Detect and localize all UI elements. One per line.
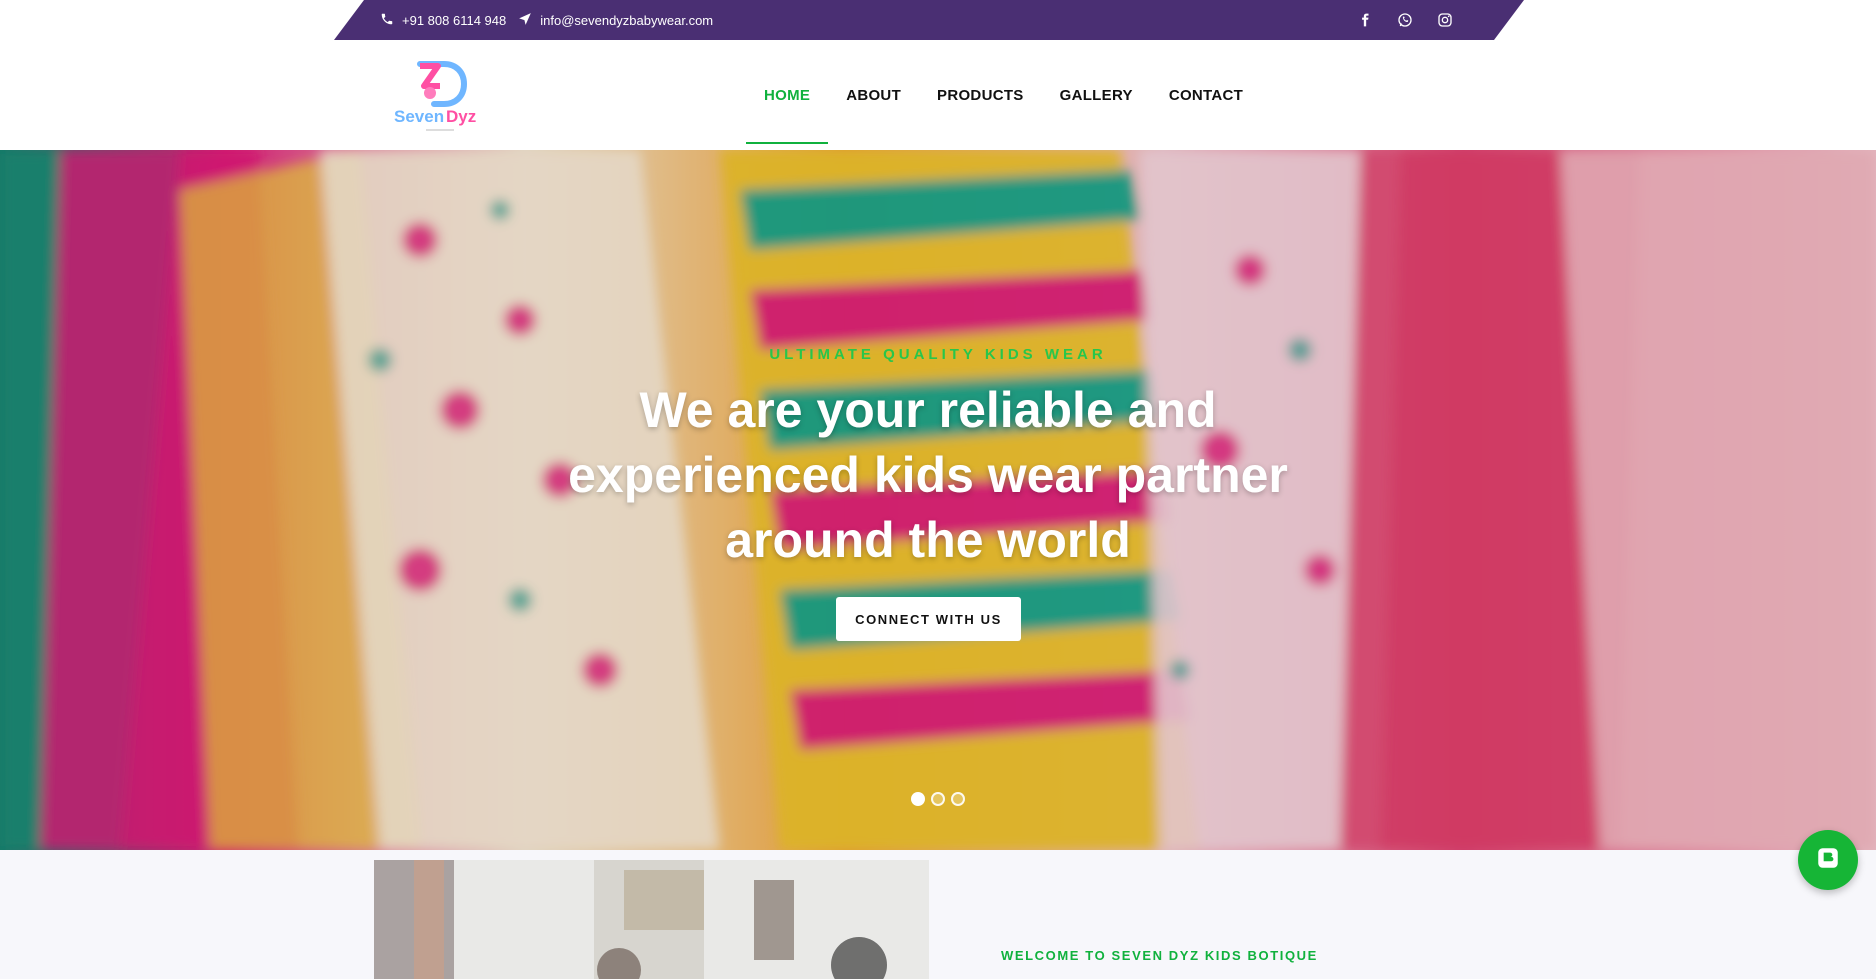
nav-products[interactable]: PRODUCTS	[919, 40, 1042, 150]
hero-kicker: ULTIMATE QUALITY KIDS WEAR	[769, 346, 1107, 363]
nav-contact[interactable]: CONTACT	[1151, 40, 1261, 150]
facebook-icon[interactable]	[1356, 11, 1374, 29]
nav-gallery[interactable]: GALLERY	[1042, 40, 1151, 150]
main-nav: HOME ABOUT PRODUCTS GALLERY CONTACT	[746, 40, 1261, 150]
email-address: info@sevendyzbabywear.com	[540, 12, 714, 28]
nav-home[interactable]: HOME	[746, 40, 829, 150]
email-item[interactable]: info@sevendyzbabywear.com	[518, 12, 713, 29]
whatsapp-icon[interactable]	[1396, 11, 1414, 29]
send-icon	[518, 12, 532, 29]
slider-dot-3[interactable]	[951, 792, 965, 806]
instagram-icon[interactable]	[1436, 11, 1454, 29]
chat-icon	[1815, 845, 1841, 876]
hero-title: We are your reliable and experienced kid…	[568, 382, 1288, 568]
social-links	[1356, 0, 1454, 40]
hero-slider: ULTIMATE QUALITY KIDS WEAR We are your r…	[0, 150, 1876, 850]
slider-dot-1[interactable]	[911, 792, 925, 806]
phone-number: +91 808 6114 948	[402, 12, 507, 28]
phone-item[interactable]: +91 808 6114 948	[380, 12, 506, 29]
welcome-kicker: WELCOME TO SEVEN DYZ KIDS BOTIQUE	[1001, 948, 1318, 963]
floating-chat-button[interactable]	[1798, 830, 1858, 890]
slider-dot-2[interactable]	[931, 792, 945, 806]
welcome-image	[374, 860, 929, 979]
phone-icon	[380, 12, 394, 29]
site-header: Seven Dyz HOME ABOUT PRODUCTS GALLERY CO…	[0, 40, 1876, 150]
welcome-section: WELCOME TO SEVEN DYZ KIDS BOTIQUE	[0, 850, 1876, 979]
svg-text:Dyz: Dyz	[446, 107, 476, 126]
nav-about[interactable]: ABOUT	[828, 40, 919, 150]
top-contact-bar: +91 808 6114 948 info@sevendyzbabywear.c…	[334, 0, 1524, 40]
slider-dots	[0, 792, 1876, 806]
svg-text:Seven: Seven	[394, 107, 444, 126]
connect-with-us-button[interactable]: CONNECT WITH US	[836, 597, 1021, 641]
hero-content: ULTIMATE QUALITY KIDS WEAR We are your r…	[0, 150, 1876, 850]
brand-logo[interactable]: Seven Dyz	[390, 56, 490, 138]
contact-info: +91 808 6114 948 info@sevendyzbabywear.c…	[380, 0, 713, 40]
